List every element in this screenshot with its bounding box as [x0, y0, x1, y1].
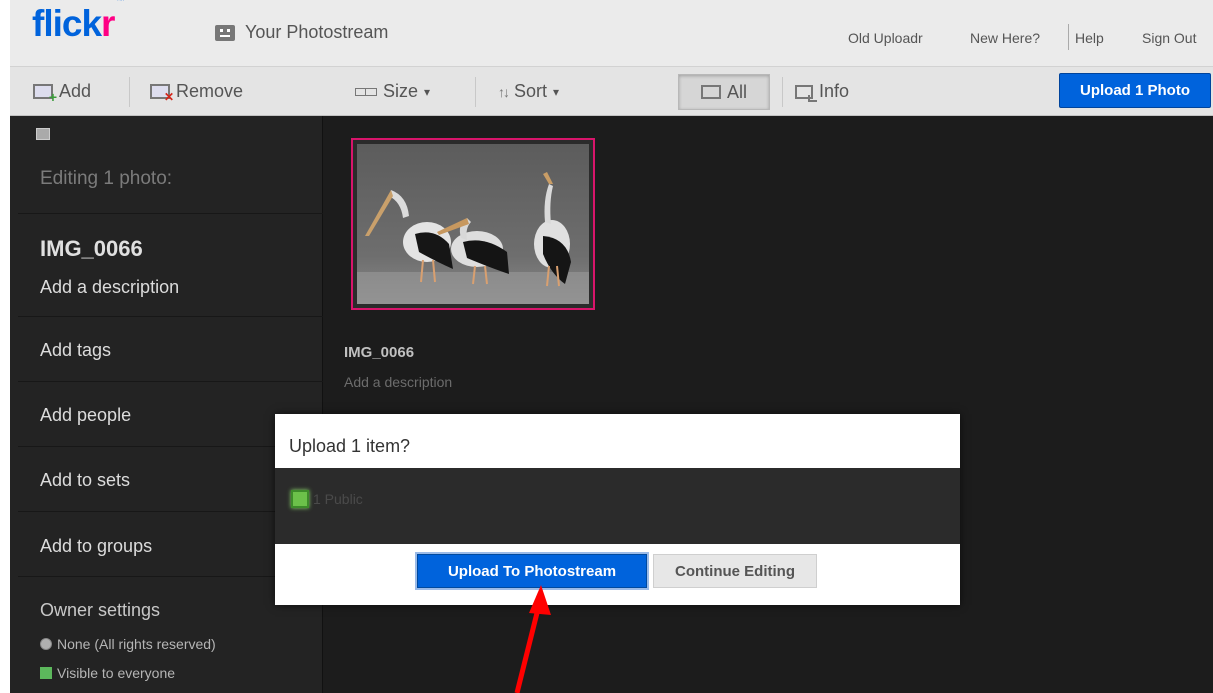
license-icon	[40, 638, 52, 650]
add-to-groups-item[interactable]: Add to groups	[40, 536, 152, 557]
upload-confirm-dialog: Upload 1 item? 1 Public Upload To Photos…	[275, 414, 960, 605]
edit-batch-icon	[36, 128, 50, 140]
sign-out-link[interactable]: Sign Out	[1142, 30, 1196, 46]
dialog-title: Upload 1 item?	[289, 436, 411, 456]
size-caret-icon: ▾	[424, 84, 431, 99]
add-button[interactable]: Add	[33, 81, 92, 105]
size-dropdown[interactable]: Size ▾	[355, 81, 430, 102]
editing-count-label: Editing 1 photo:	[40, 168, 173, 189]
size-label: Size	[383, 81, 419, 101]
add-people-item[interactable]: Add people	[40, 405, 131, 426]
dialog-footer: Upload To Photostream Continue Editing	[275, 544, 960, 605]
photostream-label: Your Photostream	[245, 22, 389, 42]
sort-caret-icon: ▾	[553, 84, 560, 99]
photostream-link[interactable]: Your Photostream	[215, 22, 388, 43]
add-photo-icon	[33, 84, 57, 105]
main-area: Editing 1 photo: IMG_0066 Add a descript…	[10, 116, 1213, 693]
help-link[interactable]: Help	[1075, 30, 1104, 46]
flickr-logo[interactable]: flickr™	[32, 0, 124, 45]
privacy-setting[interactable]: Visible to everyone	[40, 665, 175, 681]
uploader-toolbar: Add Remove Size ▾ ↑↓ Sort ▾ All Info Upl…	[10, 66, 1213, 116]
top-bar: flickr™ Your Photostream Old Uploadr New…	[10, 0, 1213, 66]
toolbar-divider	[475, 77, 476, 107]
toolbar-divider	[129, 77, 130, 107]
logo-trademark: ™	[115, 0, 124, 5]
info-button[interactable]: Info	[795, 81, 849, 102]
upload-photo-button[interactable]: Upload 1 Photo	[1059, 73, 1211, 108]
privacy-label: Visible to everyone	[57, 665, 176, 681]
owner-settings-heading[interactable]: Owner settings	[40, 600, 160, 621]
sidebar-divider	[18, 381, 323, 382]
dialog-summary: 1 Public	[275, 468, 960, 544]
all-label: All	[726, 81, 747, 102]
add-to-sets-item[interactable]: Add to sets	[40, 470, 130, 491]
privacy-public-icon	[40, 667, 52, 679]
logo-main-text: flick	[32, 3, 102, 44]
buddy-icon	[215, 24, 235, 41]
public-count-label: 1 Public	[313, 491, 363, 507]
remove-photo-icon	[150, 84, 174, 104]
all-view-button[interactable]: All	[678, 74, 770, 110]
info-label: Info	[819, 81, 850, 101]
sidebar-divider	[18, 316, 323, 317]
remove-label: Remove	[176, 81, 244, 101]
pelicans-photo	[357, 144, 589, 304]
all-view-icon	[700, 85, 721, 99]
continue-editing-button[interactable]: Continue Editing	[653, 554, 817, 588]
public-photo-icon	[291, 490, 309, 508]
sort-label: Sort	[514, 81, 548, 101]
logo-accent-text: r	[101, 3, 115, 44]
header-divider	[1068, 24, 1069, 50]
info-panel-icon	[795, 84, 817, 102]
sort-dropdown[interactable]: ↑↓ Sort ▾	[498, 81, 559, 102]
edit-sidebar: Editing 1 photo: IMG_0066 Add a descript…	[10, 116, 323, 693]
annotation-arrow-icon	[514, 585, 551, 693]
add-tags-item[interactable]: Add tags	[40, 340, 111, 361]
add-label: Add	[59, 81, 92, 101]
new-here-link[interactable]: New Here?	[970, 30, 1040, 46]
sidebar-description-field[interactable]: Add a description	[40, 277, 179, 298]
remove-button[interactable]: Remove	[150, 81, 244, 104]
sidebar-divider	[18, 213, 323, 214]
photo-title[interactable]: IMG_0066	[344, 344, 414, 361]
sort-arrows-icon: ↑↓	[498, 83, 510, 100]
old-uploadr-link[interactable]: Old Uploadr	[848, 30, 923, 46]
toolbar-divider	[782, 77, 783, 107]
photo-thumbnail[interactable]	[351, 138, 595, 310]
sidebar-photo-title[interactable]: IMG_0066	[40, 236, 143, 262]
license-setting[interactable]: None (All rights reserved)	[40, 636, 216, 652]
license-label: None (All rights reserved)	[57, 636, 216, 652]
size-icon	[355, 87, 377, 96]
photo-description-field[interactable]: Add a description	[344, 374, 452, 390]
public-count-row: 1 Public	[291, 490, 363, 508]
